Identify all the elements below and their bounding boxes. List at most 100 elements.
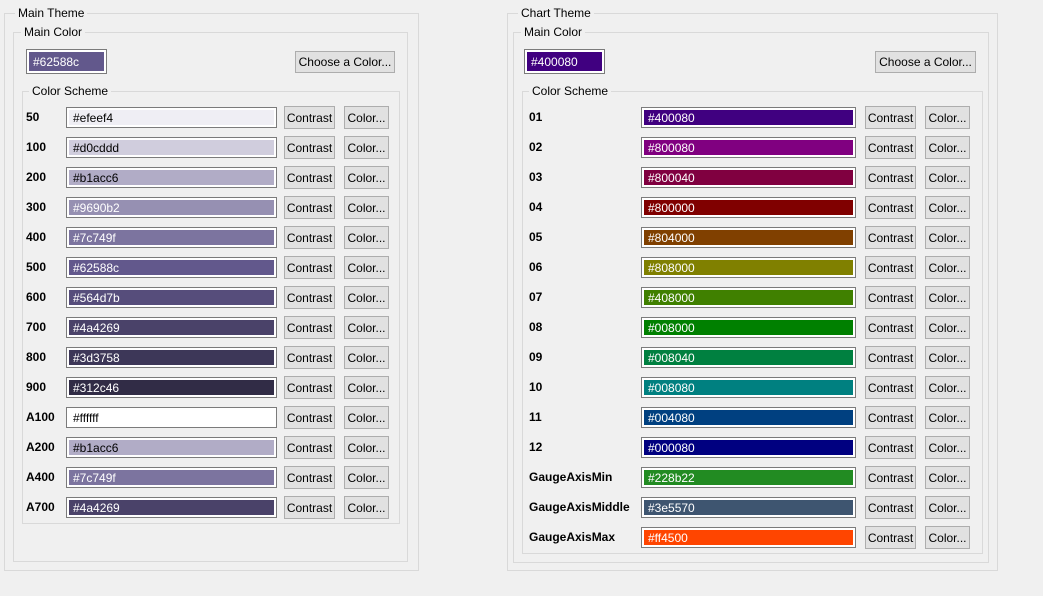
- scheme-color-value: #800000: [644, 200, 853, 215]
- scheme-row-label: 900: [26, 376, 46, 399]
- contrast-button[interactable]: Contrast: [865, 226, 916, 249]
- color-button[interactable]: Color...: [344, 406, 389, 429]
- contrast-button[interactable]: Contrast: [865, 496, 916, 519]
- color-button[interactable]: Color...: [925, 496, 970, 519]
- contrast-button[interactable]: Contrast: [284, 496, 335, 519]
- contrast-button[interactable]: Contrast: [284, 316, 335, 339]
- color-button[interactable]: Color...: [344, 346, 389, 369]
- scheme-color-field[interactable]: #d0cddd: [66, 137, 277, 158]
- contrast-button[interactable]: Contrast: [865, 436, 916, 459]
- scheme-color-field[interactable]: #804000: [641, 227, 856, 248]
- contrast-button[interactable]: Contrast: [284, 286, 335, 309]
- contrast-button[interactable]: Contrast: [865, 136, 916, 159]
- contrast-button[interactable]: Contrast: [865, 196, 916, 219]
- scheme-color-field[interactable]: #7c749f: [66, 467, 277, 488]
- color-button[interactable]: Color...: [344, 136, 389, 159]
- contrast-button[interactable]: Contrast: [865, 466, 916, 489]
- color-button[interactable]: Color...: [925, 316, 970, 339]
- color-button[interactable]: Color...: [344, 106, 389, 129]
- contrast-button[interactable]: Contrast: [865, 106, 916, 129]
- color-button[interactable]: Color...: [925, 346, 970, 369]
- color-button[interactable]: Color...: [344, 316, 389, 339]
- scheme-color-field[interactable]: #62588c: [66, 257, 277, 278]
- scheme-row: 06#808000ContrastColor...: [523, 256, 982, 280]
- contrast-button[interactable]: Contrast: [284, 346, 335, 369]
- contrast-button[interactable]: Contrast: [284, 166, 335, 189]
- contrast-button[interactable]: Contrast: [284, 466, 335, 489]
- contrast-button[interactable]: Contrast: [284, 226, 335, 249]
- color-button[interactable]: Color...: [925, 406, 970, 429]
- color-button[interactable]: Color...: [344, 376, 389, 399]
- contrast-button[interactable]: Contrast: [284, 136, 335, 159]
- color-button[interactable]: Color...: [344, 496, 389, 519]
- scheme-row-label: 12: [529, 436, 542, 459]
- scheme-row: 01#400080ContrastColor...: [523, 106, 982, 130]
- scheme-color-field[interactable]: #ff4500: [641, 527, 856, 548]
- contrast-button[interactable]: Contrast: [865, 376, 916, 399]
- contrast-button[interactable]: Contrast: [284, 106, 335, 129]
- scheme-color-field[interactable]: #312c46: [66, 377, 277, 398]
- contrast-button[interactable]: Contrast: [284, 376, 335, 399]
- scheme-color-field[interactable]: #800040: [641, 167, 856, 188]
- scheme-color-field[interactable]: #ffffff: [66, 407, 277, 428]
- scheme-color-field[interactable]: #efeef4: [66, 107, 277, 128]
- color-button[interactable]: Color...: [344, 226, 389, 249]
- choose-color-button[interactable]: Choose a Color...: [875, 51, 976, 73]
- color-button[interactable]: Color...: [344, 196, 389, 219]
- color-button[interactable]: Color...: [925, 256, 970, 279]
- scheme-color-field[interactable]: #228b22: [641, 467, 856, 488]
- scheme-color-field[interactable]: #800080: [641, 137, 856, 158]
- color-button[interactable]: Color...: [925, 226, 970, 249]
- color-button[interactable]: Color...: [925, 466, 970, 489]
- scheme-color-field[interactable]: #800000: [641, 197, 856, 218]
- scheme-color-field[interactable]: #008000: [641, 317, 856, 338]
- scheme-color-field[interactable]: #4a4269: [66, 317, 277, 338]
- color-button[interactable]: Color...: [925, 166, 970, 189]
- scheme-color-field[interactable]: #808000: [641, 257, 856, 278]
- color-button[interactable]: Color...: [925, 106, 970, 129]
- scheme-color-field[interactable]: #000080: [641, 437, 856, 458]
- contrast-button[interactable]: Contrast: [284, 256, 335, 279]
- contrast-button[interactable]: Contrast: [865, 316, 916, 339]
- contrast-button[interactable]: Contrast: [865, 526, 916, 549]
- scheme-color-field[interactable]: #564d7b: [66, 287, 277, 308]
- scheme-color-field[interactable]: #b1acc6: [66, 167, 277, 188]
- scheme-color-field[interactable]: #3d3758: [66, 347, 277, 368]
- contrast-button[interactable]: Contrast: [284, 406, 335, 429]
- color-button[interactable]: Color...: [925, 286, 970, 309]
- scheme-color-field[interactable]: #400080: [641, 107, 856, 128]
- scheme-color-field[interactable]: #7c749f: [66, 227, 277, 248]
- scheme-color-field[interactable]: #3e5570: [641, 497, 856, 518]
- scheme-color-field[interactable]: #408000: [641, 287, 856, 308]
- scheme-color-field[interactable]: #4a4269: [66, 497, 277, 518]
- contrast-button[interactable]: Contrast: [865, 406, 916, 429]
- contrast-button[interactable]: Contrast: [865, 166, 916, 189]
- color-button[interactable]: Color...: [344, 466, 389, 489]
- contrast-button[interactable]: Contrast: [865, 256, 916, 279]
- contrast-button[interactable]: Contrast: [284, 196, 335, 219]
- color-button[interactable]: Color...: [344, 166, 389, 189]
- scheme-row: 07#408000ContrastColor...: [523, 286, 982, 310]
- scheme-color-field[interactable]: #008040: [641, 347, 856, 368]
- color-button[interactable]: Color...: [925, 436, 970, 459]
- main-color-swatch[interactable]: #62588c: [26, 49, 107, 74]
- choose-color-button[interactable]: Choose a Color...: [295, 51, 395, 73]
- main-color-swatch[interactable]: #400080: [524, 49, 605, 74]
- scheme-color-value: #ff4500: [644, 530, 853, 545]
- scheme-color-field[interactable]: #9690b2: [66, 197, 277, 218]
- contrast-button[interactable]: Contrast: [865, 286, 916, 309]
- scheme-color-field[interactable]: #004080: [641, 407, 856, 428]
- contrast-button[interactable]: Contrast: [284, 436, 335, 459]
- scheme-row: GaugeAxisMin#228b22ContrastColor...: [523, 466, 982, 490]
- color-button[interactable]: Color...: [344, 286, 389, 309]
- contrast-button[interactable]: Contrast: [865, 346, 916, 369]
- scheme-color-field[interactable]: #008080: [641, 377, 856, 398]
- scheme-row: 800#3d3758ContrastColor...: [23, 346, 399, 370]
- color-button[interactable]: Color...: [344, 436, 389, 459]
- color-button[interactable]: Color...: [344, 256, 389, 279]
- color-button[interactable]: Color...: [925, 526, 970, 549]
- color-button[interactable]: Color...: [925, 136, 970, 159]
- scheme-color-field[interactable]: #b1acc6: [66, 437, 277, 458]
- color-button[interactable]: Color...: [925, 196, 970, 219]
- color-button[interactable]: Color...: [925, 376, 970, 399]
